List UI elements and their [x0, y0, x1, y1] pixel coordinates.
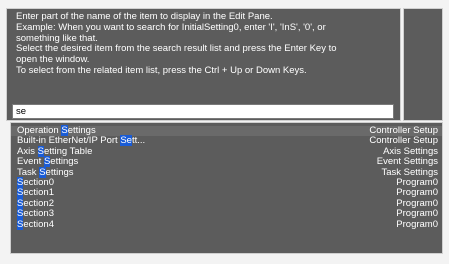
- list-item[interactable]: Section2 Program0: [11, 197, 442, 209]
- list-item[interactable]: Event Settings Event Settings: [11, 156, 442, 168]
- match-highlight: Se: [120, 135, 132, 147]
- list-item[interactable]: Section3 Program0: [11, 208, 442, 220]
- item-name: Section4: [17, 218, 54, 230]
- search-dialog: Enter part of the name of the item to di…: [0, 0, 449, 264]
- list-item[interactable]: Section1 Program0: [11, 187, 442, 199]
- side-panel: [403, 8, 443, 121]
- list-item[interactable]: Section4 Program0: [11, 218, 442, 230]
- dialog-bottom-edge: [0, 256, 449, 264]
- list-item[interactable]: Task Settings Task Settings: [11, 166, 442, 178]
- search-input[interactable]: [12, 104, 394, 119]
- help-line: To select from the related item list, pr…: [16, 64, 307, 76]
- search-result-list[interactable]: Operation Settings Controller Setup Buil…: [10, 122, 443, 254]
- help-line: Example: When you want to search for Ini…: [16, 21, 326, 33]
- item-category: Program0: [396, 218, 438, 230]
- list-item[interactable]: Section0 Program0: [11, 176, 442, 188]
- item-category: Program0: [396, 208, 438, 220]
